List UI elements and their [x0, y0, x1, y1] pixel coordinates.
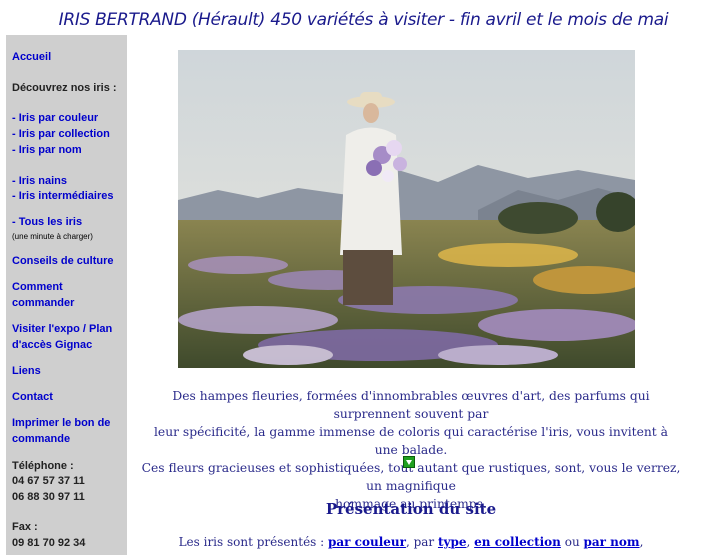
fax-label: Fax : — [12, 521, 38, 533]
intro-text: Des hampes fleuries, formées d'innombrab… — [141, 387, 681, 513]
presentation-heading: Présentation du site — [325, 500, 497, 518]
separator-2: , — [466, 535, 475, 549]
telephone-label: Téléphone : — [12, 460, 74, 472]
site-header: IRIS BERTRAND (Hérault) 450 variétés à v… — [0, 0, 727, 36]
presentation-intro: Les iris sont présentés : par couleur, p… — [141, 535, 681, 549]
scroll-down-arrow-icon[interactable] — [403, 456, 415, 468]
link-type[interactable]: type — [438, 535, 467, 549]
caption-line-1: Des hampes fleuries, formées d'innombrab… — [172, 389, 650, 421]
nav-iris-par-couleur[interactable]: - Iris par couleur — [12, 112, 98, 124]
caption-line-2: leur spécificité, la gamme immense de co… — [153, 425, 668, 457]
fax-number: 09 81 70 92 34 — [12, 537, 86, 549]
separator-1: , par — [405, 535, 438, 549]
tous-les-iris-note: (une minute à charger) — [12, 232, 93, 241]
separator-4: , — [639, 535, 644, 549]
nav-imprimer-bon-line1[interactable]: Imprimer le bon de — [12, 417, 110, 429]
nav-iris-par-nom[interactable]: - Iris par nom — [12, 144, 82, 156]
nav-iris-par-collection[interactable]: - Iris par collection — [12, 128, 110, 140]
nav-visiter-expo-line1[interactable]: Visiter l'expo / Plan — [12, 323, 112, 335]
nav-imprimer-bon-line2[interactable]: commande — [12, 433, 70, 445]
iris-field-photo — [178, 50, 635, 368]
telephone-number-1: 04 67 57 37 11 — [12, 475, 85, 487]
nav-contact[interactable]: Contact — [12, 391, 53, 403]
link-par-nom[interactable]: par nom — [584, 535, 640, 549]
nav-comment-commander-line1[interactable]: Comment — [12, 281, 63, 293]
nav-comment-commander-line2[interactable]: commander — [12, 297, 74, 309]
nav-visiter-expo-line2[interactable]: d'accès Gignac — [12, 339, 92, 351]
nav-section-heading: Découvrez nos iris : — [12, 82, 117, 94]
intro-prefix: Les iris sont présentés : — [178, 535, 328, 549]
nav-iris-intermediaires[interactable]: - Iris intermédiaires — [12, 190, 114, 202]
sidebar: Accueil Découvrez nos iris : - Iris par … — [6, 35, 127, 555]
link-en-collection[interactable]: en collection — [474, 535, 561, 549]
nav-liens[interactable]: Liens — [12, 365, 41, 377]
nav-tous-les-iris[interactable]: - Tous les iris — [12, 216, 82, 228]
link-par-couleur[interactable]: par couleur — [328, 535, 406, 549]
site-title: IRIS BERTRAND (Hérault) 450 variétés à v… — [58, 10, 669, 30]
nav-conseils-culture[interactable]: Conseils de culture — [12, 255, 113, 267]
nav-accueil[interactable]: Accueil — [12, 51, 51, 63]
separator-3: ou — [560, 535, 584, 549]
nav-iris-nains[interactable]: - Iris nains — [12, 175, 67, 187]
telephone-number-2: 06 88 30 97 11 — [12, 491, 85, 503]
